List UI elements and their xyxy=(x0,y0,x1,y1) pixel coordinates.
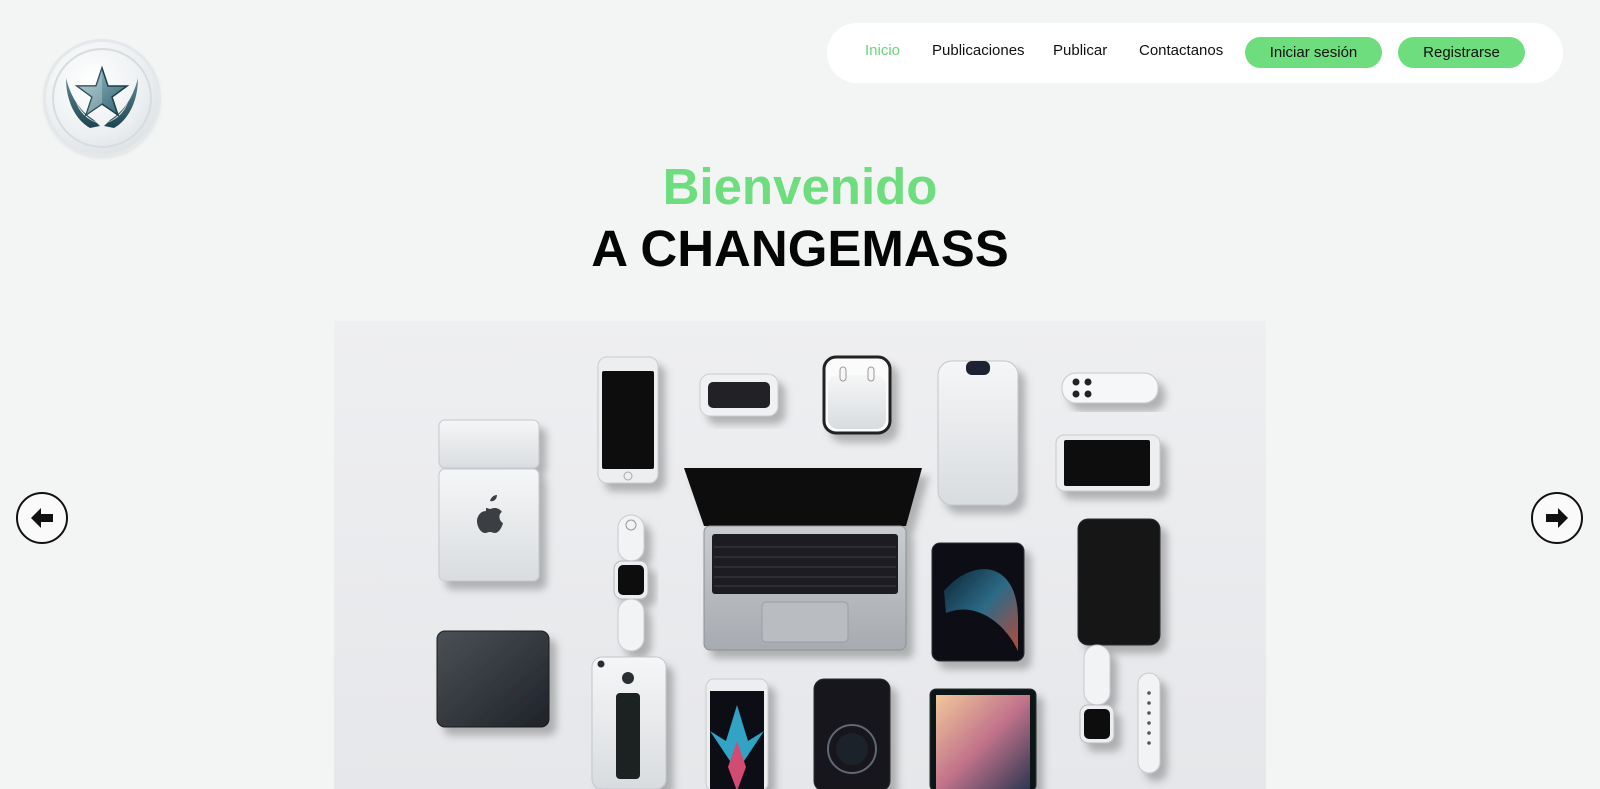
register-button[interactable]: Registrarse xyxy=(1398,37,1525,68)
star-hands-emblem-icon xyxy=(66,65,138,128)
logo-ring xyxy=(52,48,152,148)
arrow-right-icon xyxy=(1546,508,1568,528)
carousel-next-button[interactable] xyxy=(1531,492,1583,544)
carousel-prev-button[interactable] xyxy=(16,492,68,544)
login-button[interactable]: Iniciar sesión xyxy=(1245,37,1382,68)
hero-subtitle: A CHANGEMASS xyxy=(591,220,1009,277)
site-logo[interactable] xyxy=(46,42,158,154)
hero-title: Bienvenido xyxy=(662,158,938,215)
devices-flatlay-illustration xyxy=(436,355,1161,789)
top-navigation: Inicio Publicaciones Publicar Contactano… xyxy=(827,23,1563,83)
nav-link-contactanos[interactable]: Contactanos xyxy=(1139,42,1223,59)
nav-link-inicio[interactable]: Inicio xyxy=(865,42,900,59)
arrow-left-icon xyxy=(31,508,53,528)
nav-link-publicar[interactable]: Publicar xyxy=(1053,42,1107,59)
carousel-slide-image xyxy=(334,321,1266,789)
nav-link-publicaciones[interactable]: Publicaciones xyxy=(932,42,1025,59)
